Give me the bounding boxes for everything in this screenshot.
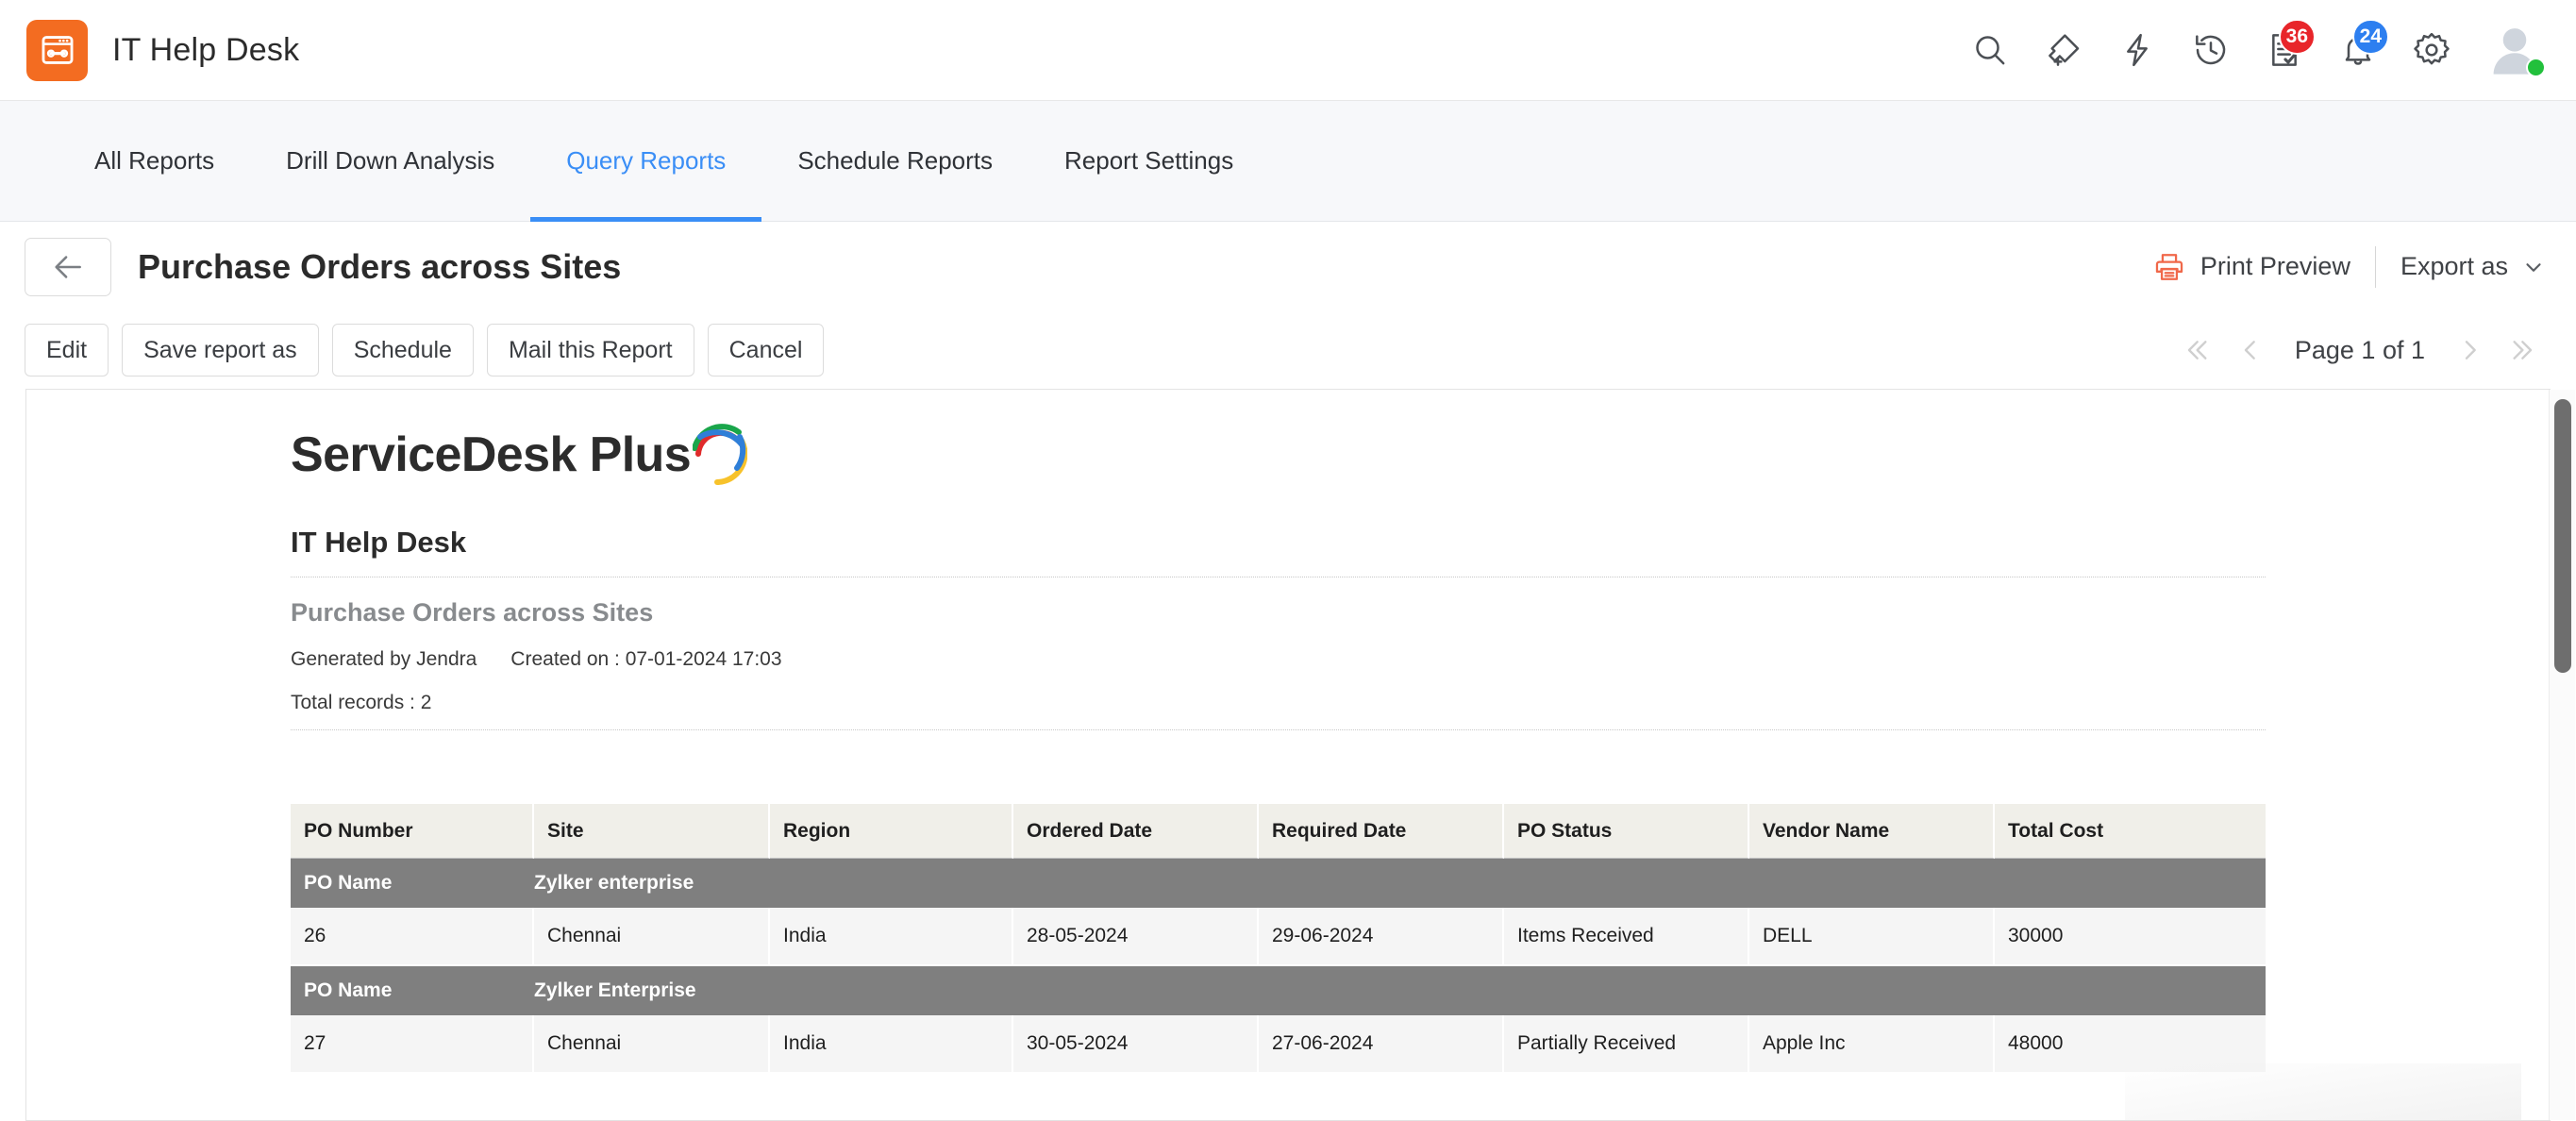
report-meta: Generated by Jendra Created on : 07-01-2…	[291, 648, 2550, 671]
cell-site: Chennai	[534, 1015, 770, 1074]
quick-actions-icon[interactable]	[2100, 13, 2174, 87]
avatar[interactable]	[2478, 13, 2551, 87]
print-preview-button[interactable]: Print Preview	[2153, 251, 2375, 283]
cell-region: India	[770, 1015, 1013, 1074]
page-title-row: Purchase Orders across Sites Print Previ…	[0, 222, 2576, 311]
group-header-row: PO Name Zylker enterprise	[291, 859, 2266, 908]
cell-required-date: 29-06-2024	[1259, 908, 1504, 966]
generated-by: Generated by Jendra	[291, 648, 477, 671]
column-header-po-number: PO Number	[291, 804, 534, 859]
created-on: Created on : 07-01-2024 17:03	[510, 648, 781, 671]
export-as-dropdown[interactable]: Export as	[2376, 252, 2546, 281]
table-header-row: PO Number Site Region Ordered Date Requi…	[291, 804, 2266, 859]
report-tabs: All Reports Drill Down Analysis Query Re…	[0, 101, 2576, 222]
printer-icon	[2153, 251, 2185, 283]
prev-page-button[interactable]	[2223, 324, 2276, 376]
report-table: PO Number Site Region Ordered Date Requi…	[291, 804, 2266, 1074]
next-page-button[interactable]	[2444, 324, 2497, 376]
action-button-row: Edit Save report as Schedule Mail this R…	[0, 311, 2576, 389]
page-indicator: Page 1 of 1	[2276, 336, 2444, 365]
vertical-scrollbar[interactable]	[2549, 390, 2575, 1120]
report-preview-panel: ServiceDesk Plus IT Help Desk Purchase O…	[25, 389, 2551, 1121]
cell-vendor-name: DELL	[1749, 908, 1995, 966]
chevron-right-icon	[2455, 335, 2485, 365]
servicedesk-plus-logo: ServiceDesk Plus	[291, 422, 2550, 503]
notifications-badge: 24	[2352, 19, 2389, 55]
tab-query-reports[interactable]: Query Reports	[530, 101, 761, 222]
tab-drill-down-analysis[interactable]: Drill Down Analysis	[250, 101, 530, 222]
product-logo-text: ServiceDesk Plus	[291, 422, 691, 488]
cell-region: India	[770, 908, 1013, 966]
cell-required-date: 27-06-2024	[1259, 1015, 1504, 1074]
tab-schedule-reports[interactable]: Schedule Reports	[761, 101, 1029, 222]
online-status-dot	[2526, 58, 2546, 77]
cell-total-cost: 30000	[1995, 908, 2266, 966]
pagination: Page 1 of 1	[2170, 324, 2550, 376]
history-icon[interactable]	[2174, 13, 2248, 87]
top-header-bar: IT Help Desk	[0, 0, 2576, 101]
cell-total-cost: 48000	[1995, 1015, 2266, 1074]
scrollbar-thumb[interactable]	[2554, 399, 2571, 673]
chevron-left-icon	[2234, 335, 2265, 365]
approvals-icon[interactable]: 36	[2248, 13, 2321, 87]
back-button[interactable]	[25, 238, 111, 296]
tab-all-reports[interactable]: All Reports	[59, 101, 250, 222]
group-value: Zylker Enterprise	[534, 966, 2266, 1015]
tab-report-settings[interactable]: Report Settings	[1029, 101, 1269, 222]
cell-po-number: 27	[291, 1015, 534, 1074]
chevron-down-icon	[2521, 255, 2546, 279]
approvals-badge: 36	[2279, 19, 2316, 55]
app-title: IT Help Desk	[112, 32, 299, 69]
page-title: Purchase Orders across Sites	[138, 247, 621, 287]
notifications-icon[interactable]: 24	[2321, 13, 2395, 87]
report-toolbar: Print Preview Export as	[2153, 246, 2546, 288]
settings-icon[interactable]	[2395, 13, 2468, 87]
last-page-button[interactable]	[2497, 324, 2550, 376]
column-header-required-date: Required Date	[1259, 804, 1504, 859]
first-page-button[interactable]	[2170, 324, 2223, 376]
double-chevron-left-icon	[2182, 335, 2212, 365]
total-records: Total records : 2	[291, 692, 2266, 730]
group-value: Zylker enterprise	[534, 859, 2266, 908]
app-logo-icon[interactable]	[26, 20, 88, 81]
group-header-row: PO Name Zylker Enterprise	[291, 966, 2266, 1015]
table-row[interactable]: 26 Chennai India 28-05-2024 29-06-2024 I…	[291, 908, 2266, 966]
export-as-label: Export as	[2400, 252, 2508, 281]
group-label: PO Name	[291, 966, 534, 1015]
cancel-button[interactable]: Cancel	[708, 324, 825, 376]
add-ticket-icon[interactable]	[2027, 13, 2100, 87]
table-row[interactable]: 27 Chennai India 30-05-2024 27-06-2024 P…	[291, 1015, 2266, 1074]
group-label: PO Name	[291, 859, 534, 908]
print-preview-label: Print Preview	[2200, 252, 2350, 281]
cell-ordered-date: 30-05-2024	[1013, 1015, 1259, 1074]
helpdesk-window-wrench-icon	[40, 32, 75, 68]
mail-this-report-button[interactable]: Mail this Report	[487, 324, 694, 376]
arrow-left-icon	[50, 249, 86, 285]
column-header-region: Region	[770, 804, 1013, 859]
schedule-button[interactable]: Schedule	[332, 324, 474, 376]
multicolor-arc-icon	[693, 416, 747, 488]
report-org-title: IT Help Desk	[291, 526, 2266, 577]
search-icon[interactable]	[1953, 13, 2027, 87]
cell-ordered-date: 28-05-2024	[1013, 908, 1259, 966]
cell-po-number: 26	[291, 908, 534, 966]
column-header-vendor-name: Vendor Name	[1749, 804, 1995, 859]
column-header-ordered-date: Ordered Date	[1013, 804, 1259, 859]
cell-po-status: Partially Received	[1504, 1015, 1749, 1074]
cell-site: Chennai	[534, 908, 770, 966]
report-name: Purchase Orders across Sites	[291, 598, 2550, 627]
cell-po-status: Items Received	[1504, 908, 1749, 966]
save-report-as-button[interactable]: Save report as	[122, 324, 319, 376]
column-header-site: Site	[534, 804, 770, 859]
double-chevron-right-icon	[2508, 335, 2538, 365]
cell-vendor-name: Apple Inc	[1749, 1015, 1995, 1074]
column-header-po-status: PO Status	[1504, 804, 1749, 859]
header-actions: 36 24	[1953, 13, 2551, 87]
column-header-total-cost: Total Cost	[1995, 804, 2266, 859]
edit-button[interactable]: Edit	[25, 324, 109, 376]
